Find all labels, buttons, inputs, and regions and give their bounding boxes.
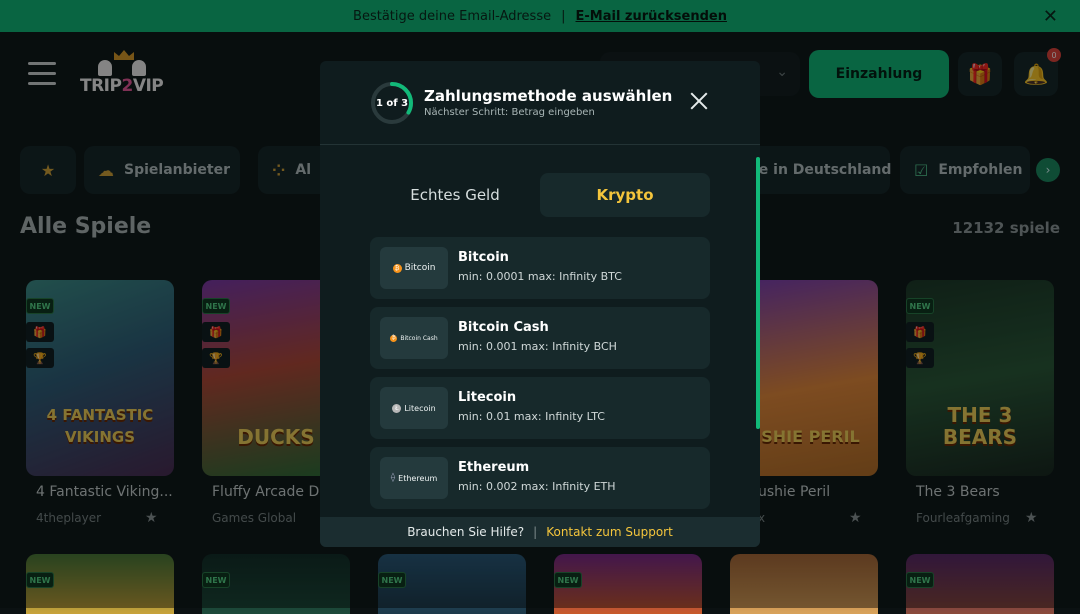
payment-method-list[interactable]: ₿ Bitcoin Bitcoin min: 0.0001 max: Infin… [320,231,760,513]
method-name: Bitcoin [458,250,509,265]
modal-header: 1 of 3 Zahlungsmethode auswählen Nächste… [320,61,760,145]
help-text: Brauchen Sie Hilfe? [407,525,525,539]
modal-footer: Brauchen Sie Hilfe? | Kontakt zum Suppor… [320,517,760,547]
tab-crypto[interactable]: Krypto [540,173,710,217]
close-icon[interactable] [688,90,710,112]
method-limits: min: 0.01 max: Infinity LTC [458,410,605,423]
bitcoin-coin-icon: ₿ [392,263,402,273]
footer-separator: | [533,525,538,539]
modal-subtitle: Nächster Schritt: Betrag eingeben [424,107,595,118]
modal-title: Zahlungsmethode auswählen [424,87,673,105]
payment-method-bitcoin-cash[interactable]: ₿ Bitcoin Cash Bitcoin Cash min: 0.001 m… [370,307,710,369]
ethereum-coin-icon: ⟠ [390,473,396,483]
ethereum-logo: ⟠ Ethereum [380,457,448,499]
step-progress-ring: 1 of 3 [370,81,414,125]
contact-support-link[interactable]: Kontakt zum Support [546,525,673,539]
litecoin-coin-icon: Ł [392,403,402,413]
method-name: Ethereum [458,460,530,475]
payment-method-ethereum[interactable]: ⟠ Ethereum Ethereum min: 0.002 max: Infi… [370,447,710,509]
payment-method-modal: 1 of 3 Zahlungsmethode auswählen Nächste… [320,61,760,547]
step-indicator: 1 of 3 [375,97,409,109]
method-name: Bitcoin Cash [458,320,549,335]
modal-scrollbar[interactable] [756,157,760,429]
bitcoin-cash-logo: ₿ Bitcoin Cash [380,317,448,359]
method-limits: min: 0.002 max: Infinity ETH [458,480,616,493]
payment-method-bitcoin[interactable]: ₿ Bitcoin Bitcoin min: 0.0001 max: Infin… [370,237,710,299]
bitcoin-cash-coin-icon: ₿ [390,334,398,342]
method-limits: min: 0.0001 max: Infinity BTC [458,270,622,283]
tab-fiat[interactable]: Echtes Geld [370,173,540,217]
bitcoin-logo: ₿ Bitcoin [380,247,448,289]
method-name: Litecoin [458,390,517,405]
payment-method-litecoin[interactable]: Ł Litecoin Litecoin min: 0.01 max: Infin… [370,377,710,439]
method-limits: min: 0.001 max: Infinity BCH [458,340,617,353]
litecoin-logo: Ł Litecoin [380,387,448,429]
